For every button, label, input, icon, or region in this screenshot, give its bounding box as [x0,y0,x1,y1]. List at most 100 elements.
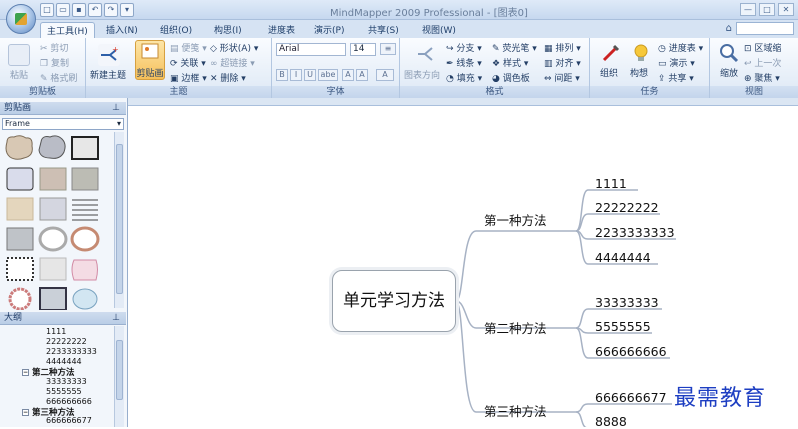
organize-button[interactable]: 组织 [600,66,618,79]
leaf-topic[interactable]: 22222222 [595,200,659,215]
app-menu-button[interactable] [6,4,36,34]
style-button[interactable]: ❖ 样式 ▾ [492,56,528,69]
redo-icon[interactable]: ↷ [104,3,118,17]
format-brush-button[interactable]: ✎ 格式刷 [40,71,77,84]
new-topic-button[interactable]: 新建主题 [90,68,126,81]
cut-button[interactable]: ✂ 剪切 [40,41,68,54]
branch-topic[interactable]: 第一种方法 [484,210,547,229]
clipart-category-value: Frame [5,119,30,128]
line-button[interactable]: ✒ 线条 ▾ [446,56,482,69]
collapse-icon[interactable]: − [22,409,29,416]
clipart-panel-title: 剪贴画 [4,103,32,113]
clipart-category-select[interactable]: Frame ▾ [2,118,124,130]
undo-icon[interactable]: ↶ [88,3,102,17]
copy-button[interactable]: ❐ 复制 [40,56,69,69]
outline-item[interactable]: 1111 [46,327,66,336]
leaf-topic[interactable]: 4444444 [595,250,651,265]
leaf-topic[interactable]: 5555555 [595,319,651,334]
shrink-font-button[interactable]: A [356,69,368,81]
outline-scroll-thumb[interactable] [116,340,123,400]
branch-topic[interactable]: 第三种方法 [484,401,547,420]
relation-button[interactable]: ⟳ 关联 ▾ [170,56,206,69]
previous-view-button[interactable]: ↩ 上一次 [744,56,781,69]
outline-item[interactable]: 666666677 [46,416,92,425]
bold-button[interactable]: B [276,69,288,81]
close-button[interactable]: ✕ [778,3,794,16]
pin-icon[interactable]: ⊥ [112,102,120,115]
hyperlink-button[interactable]: ∞ 超链接 ▾ [210,56,255,69]
customize-qat-icon[interactable]: ▾ [120,3,134,17]
collapse-icon[interactable]: − [22,369,29,376]
outline-scrollbar[interactable] [114,326,124,427]
help-search-input[interactable] [736,22,794,35]
idea-button[interactable]: 构想 [630,66,648,79]
font-size-select[interactable]: 14 [350,43,376,56]
clipart-scrollbar[interactable] [114,132,124,308]
branch-topic[interactable]: 第二种方法 [484,318,547,337]
note-button[interactable]: ▤ 便笺 ▾ [170,41,207,54]
tab-organize[interactable]: 组织(O) [154,22,198,38]
schedule-button[interactable]: ◷ 进度表 ▾ [658,41,703,54]
fill-button[interactable]: ◔ 填充 ▾ [446,71,482,84]
maximize-button[interactable]: □ [759,3,775,16]
italic-button[interactable]: I [290,69,302,81]
new-file-icon[interactable]: □ [40,3,54,17]
leaf-topic[interactable]: 2233333333 [595,225,675,240]
area-zoom-button[interactable]: ⊡ 区域缩 [744,41,781,54]
paste-button[interactable]: 粘贴 [10,68,28,81]
zoom-magnifier-icon [718,42,740,64]
tab-view[interactable]: 视图(W) [416,22,462,38]
underline-button[interactable]: U [304,69,316,81]
delete-icon: ✕ [210,74,218,84]
zoom-button[interactable]: 缩放 [720,66,738,79]
connector-branch-1 [455,230,477,302]
svg-text:+: + [112,45,119,54]
spacing-button[interactable]: ⇔ 间距 ▾ [544,71,580,84]
leaf-topic[interactable]: 1111 [595,176,627,191]
central-topic[interactable]: 单元学习方法 [332,270,456,332]
outline-item[interactable]: 33333333 [46,377,87,386]
paste-icon[interactable] [8,44,30,66]
home-icon[interactable]: ⌂ [726,23,732,34]
tab-present[interactable]: 演示(P) [308,22,350,38]
align-button[interactable]: ▥ 对齐 ▾ [544,56,581,69]
outline-item[interactable]: 2233333333 [46,347,97,356]
tab-ideas[interactable]: 构思(I) [208,22,248,38]
brush-icon: ✎ [40,74,48,84]
save-icon[interactable]: ▪ [72,3,86,17]
minimize-button[interactable]: — [740,3,756,16]
outline-item[interactable]: 5555555 [46,387,82,396]
grow-font-button[interactable]: A [342,69,354,81]
clipart-scroll-thumb[interactable] [116,144,123,294]
outline-item[interactable]: 666666666 [46,397,92,406]
outline-item[interactable]: 4444444 [46,357,82,366]
tab-insert[interactable]: 插入(N) [100,22,144,38]
align-text-icon[interactable]: ≡ [380,43,396,55]
open-folder-icon[interactable]: ▭ [56,3,70,17]
mindmap-canvas[interactable]: 单元学习方法 第一种方法 第二种方法 第三种方法 1111 22222222 2… [128,98,798,429]
arrange-button[interactable]: ▦ 排列 ▾ [544,41,581,54]
leaf-topic[interactable]: 33333333 [595,295,659,310]
shape-button[interactable]: ◇ 形状(A) ▾ [210,41,258,54]
pin-icon[interactable]: ⊥ [112,312,120,325]
tab-home[interactable]: 主工具(H) [40,22,95,38]
frame-thumbnails[interactable] [4,134,104,311]
present-button[interactable]: ▭ 演示 ▾ [658,56,695,69]
tab-share[interactable]: 共享(S) [362,22,405,38]
delete-button[interactable]: ✕ 删除 ▾ [210,71,246,84]
font-family-select[interactable]: Arial [276,43,346,56]
outline-item[interactable]: 22222222 [46,337,87,346]
palette-button[interactable]: ◕ 调色板 [492,71,530,84]
leaf-topic[interactable]: 666666677 [595,390,667,405]
highlighter-button[interactable]: ✎ 荧光笔 ▾ [492,41,537,54]
focus-button[interactable]: ⊕ 聚焦 ▾ [744,71,780,84]
tab-schedule[interactable]: 进度表 [262,22,301,38]
border-button[interactable]: ▣ 边框 ▾ [170,71,207,84]
chart-direction-button[interactable]: 图表方向 [404,68,440,81]
font-color-icon[interactable]: A [376,69,394,81]
share-button[interactable]: ⇪ 共享 ▾ [658,71,694,84]
clip-art-button[interactable]: 剪贴画 [135,40,165,80]
branch-button[interactable]: ↪ 分支 ▾ [446,41,482,54]
leaf-topic[interactable]: 666666666 [595,344,667,359]
strikethrough-button[interactable]: abe [318,69,338,81]
